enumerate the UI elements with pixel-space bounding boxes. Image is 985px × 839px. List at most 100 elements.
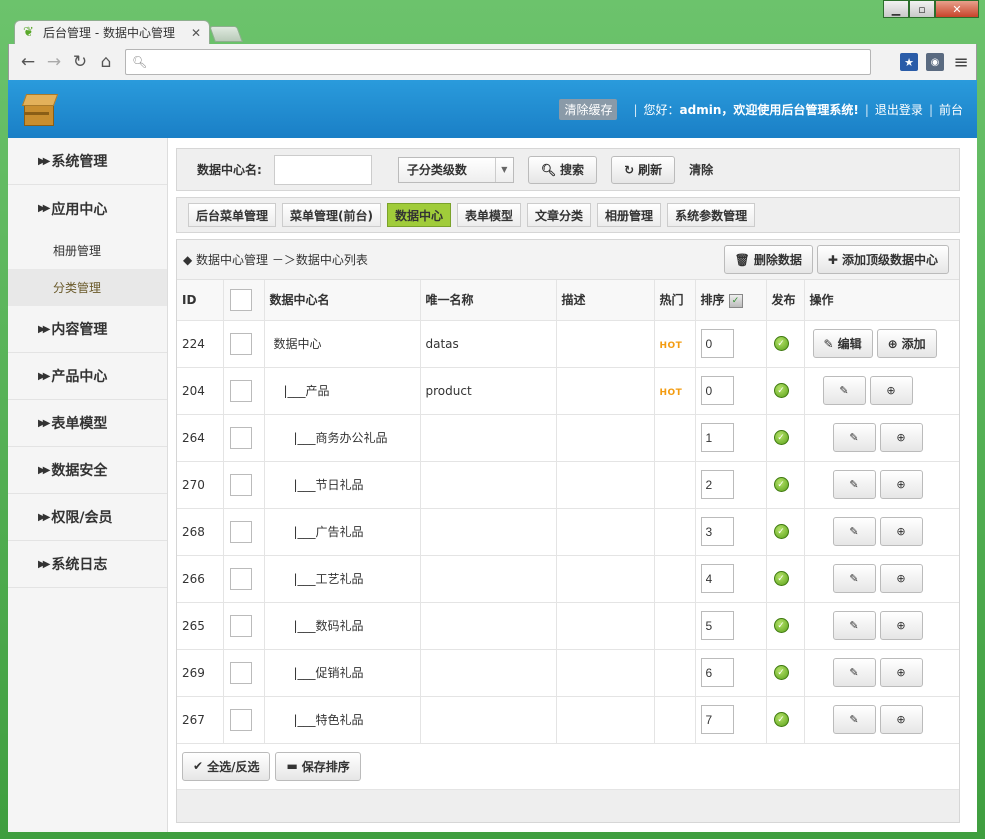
sort-input[interactable] [700, 470, 734, 499]
tab-close-icon[interactable]: ✕ [191, 26, 201, 40]
clear-link[interactable]: 清除 [689, 161, 713, 178]
logout-link[interactable]: 退出登录 [875, 101, 923, 118]
add-child-button[interactable]: ⊕ [879, 705, 923, 734]
row-actions: ✎ ⊕ [810, 658, 960, 687]
row-checkbox[interactable] [229, 379, 252, 402]
add-top-data-center-button[interactable]: ✚ 添加顶级数据中心 [816, 245, 949, 274]
new-tab-button[interactable] [209, 26, 243, 42]
published-check-icon[interactable]: ✓ [773, 430, 789, 445]
sort-input[interactable] [700, 517, 734, 546]
add-child-button[interactable]: ⊕ 添加 [876, 329, 937, 358]
row-checkbox[interactable] [229, 473, 252, 496]
tab-data-center[interactable]: 数据中心 [387, 203, 452, 227]
sidebar-subitem-albums[interactable]: 相册管理 [8, 232, 167, 269]
published-check-icon[interactable]: ✓ [773, 571, 789, 586]
add-child-button[interactable]: ⊕ [879, 423, 923, 452]
row-checkbox[interactable] [229, 520, 252, 543]
close-window-button[interactable]: ✕ [935, 0, 979, 18]
tab-admin-menu[interactable]: 后台菜单管理 [188, 203, 277, 227]
tab-front-menu[interactable]: 菜单管理(前台) [282, 203, 381, 227]
sort-input[interactable] [700, 705, 734, 734]
tab-form-model[interactable]: 表单模型 [457, 203, 522, 227]
tab-system-params[interactable]: 系统参数管理 [667, 203, 756, 227]
hot-badge: HOT [659, 387, 683, 398]
published-check-icon[interactable]: ✓ [773, 477, 789, 492]
add-child-button[interactable]: ⊕ [879, 658, 923, 687]
sidebar-item-apps[interactable]: ▶▶ 应用中心 [8, 185, 167, 232]
sidebar-item-security[interactable]: ▶▶ 数据安全 [8, 447, 167, 494]
published-check-icon[interactable]: ✓ [773, 618, 789, 633]
sort-input[interactable] [700, 329, 734, 358]
home-icon[interactable]: ⌂ [93, 49, 119, 75]
save-sort-button[interactable]: ▬ 保存排序 [275, 751, 361, 781]
sidebar-item-logs[interactable]: ▶▶ 系统日志 [8, 541, 167, 588]
published-check-icon[interactable]: ✓ [773, 524, 789, 539]
select-all-toggle-button[interactable]: ✔ 全选/反选 [182, 751, 271, 781]
sort-input[interactable] [700, 658, 734, 687]
tab-article-category[interactable]: 文章分类 [527, 203, 592, 227]
edit-button[interactable]: ✎ [832, 423, 876, 452]
chevron-down-icon: ▼ [494, 157, 513, 182]
edit-button[interactable]: ✎ [832, 564, 876, 593]
address-bar[interactable]: 🔍︎ [125, 49, 871, 75]
published-check-icon[interactable]: ✓ [773, 383, 789, 398]
delete-data-button[interactable]: 🗑︎ 删除数据 [723, 245, 813, 274]
row-checkbox[interactable] [229, 661, 252, 684]
search-input[interactable] [273, 154, 372, 185]
cell-unique [420, 649, 557, 697]
add-child-button[interactable]: ⊕ [879, 564, 923, 593]
edit-button[interactable]: ✎ [832, 658, 876, 687]
row-checkbox[interactable] [229, 708, 252, 731]
reload-icon[interactable]: ↻ [67, 49, 93, 75]
add-child-button[interactable]: ⊕ [879, 517, 923, 546]
sidebar-item-permissions[interactable]: ▶▶ 权限/会员 [8, 494, 167, 541]
back-arrow-icon[interactable]: ← [15, 49, 41, 75]
search-button[interactable]: 🔍︎ 搜索 [527, 155, 598, 184]
sidebar-item-products[interactable]: ▶▶ 产品中心 [8, 353, 167, 400]
add-child-button[interactable]: ⊕ [879, 470, 923, 499]
camera-icon[interactable]: ◉ [926, 53, 944, 71]
minimize-button[interactable]: ▁ [883, 0, 909, 18]
bookmark-star-icon[interactable]: ★ [900, 53, 918, 71]
level-select[interactable]: 子分类级数 ▼ [397, 156, 514, 183]
plus-circle-icon: ⊕ [896, 478, 906, 491]
sort-input[interactable] [700, 611, 734, 640]
table-header-row: ID 数据中心名 唯一名称 描述 热门 排序 ✓ 发布 操作 [177, 280, 959, 321]
sort-input[interactable] [700, 376, 734, 405]
edit-button[interactable]: ✎ 编辑 [812, 329, 873, 358]
menu-icon[interactable]: ≡ [952, 52, 970, 73]
published-check-icon[interactable]: ✓ [773, 712, 789, 727]
address-input[interactable] [153, 52, 864, 72]
cell-ops: ✎ ⊕ [804, 696, 959, 744]
refresh-button[interactable]: ↻ 刷新 [611, 155, 676, 184]
edit-button[interactable]: ✎ [822, 376, 866, 405]
sidebar-subitem-categories[interactable]: 分类管理 [8, 269, 167, 306]
edit-button[interactable]: ✎ [832, 470, 876, 499]
add-child-button[interactable]: ⊕ [879, 611, 923, 640]
sort-input[interactable] [700, 423, 734, 452]
select-all-checkbox[interactable] [229, 288, 252, 311]
edit-button[interactable]: ✎ [832, 517, 876, 546]
published-check-icon[interactable]: ✓ [773, 336, 789, 351]
cell-publish: ✓ [766, 696, 805, 744]
sidebar-item-forms[interactable]: ▶▶ 表单模型 [8, 400, 167, 447]
sidebar-item-system[interactable]: ▶▶ 系统管理 [8, 138, 167, 185]
tab-album[interactable]: 相册管理 [597, 203, 662, 227]
published-check-icon[interactable]: ✓ [773, 665, 789, 680]
sort-input[interactable] [700, 564, 734, 593]
row-checkbox[interactable] [229, 426, 252, 449]
maximize-button[interactable]: ▫ [909, 0, 935, 18]
edit-button[interactable]: ✎ [832, 705, 876, 734]
frontend-link[interactable]: 前台 [939, 101, 963, 118]
forward-arrow-icon[interactable]: → [41, 49, 67, 75]
save-sort-icon[interactable]: ✓ [728, 293, 743, 308]
row-checkbox[interactable] [229, 567, 252, 590]
edit-button[interactable]: ✎ [832, 611, 876, 640]
row-checkbox[interactable] [229, 332, 252, 355]
browser-tab[interactable]: ❦ 后台管理 - 数据中心管理 ✕ [14, 20, 210, 44]
sidebar-item-content[interactable]: ▶▶ 内容管理 [8, 306, 167, 353]
clear-cache-button[interactable]: 清除缓存 [559, 99, 618, 120]
cell-hot [654, 461, 696, 509]
add-child-button[interactable]: ⊕ [869, 376, 913, 405]
row-checkbox[interactable] [229, 614, 252, 637]
